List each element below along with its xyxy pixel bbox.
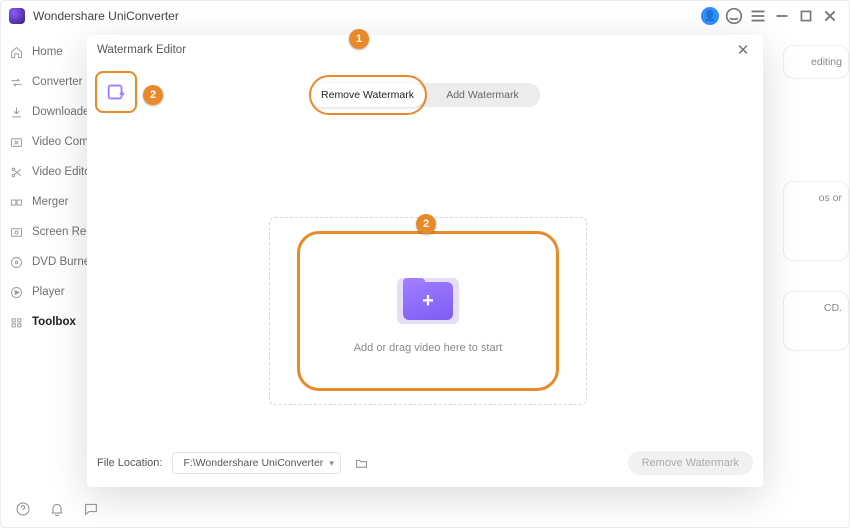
bg-card: editing	[783, 45, 849, 79]
dialog-title: Watermark Editor	[97, 44, 186, 56]
annotation-badge-1: 1	[349, 29, 369, 49]
sidebar-item-label: Video Editor	[32, 166, 89, 178]
feedback-icon[interactable]	[81, 499, 101, 519]
file-location-path: F:\Wondershare UniConverter	[183, 457, 323, 469]
dropzone-text: Add or drag video here to start	[354, 342, 503, 354]
dialog-header: Watermark Editor ✕	[87, 35, 763, 65]
account-avatar[interactable]: 👤	[699, 5, 721, 27]
merger-icon	[9, 195, 24, 210]
sidebar-item-toolbox[interactable]: Toolbox	[1, 307, 89, 337]
video-dropzone[interactable]: + Add or drag video here to start	[269, 217, 587, 405]
folder-add-icon: +	[393, 268, 463, 324]
chevron-down-icon: ▾	[329, 458, 334, 469]
sidebar-item-label: Converter	[32, 76, 83, 88]
app-window: Wondershare UniConverter 👤 Home C	[0, 0, 850, 528]
sidebar-item-label: Home	[32, 46, 63, 58]
menu-icon[interactable]	[747, 5, 769, 27]
notification-icon[interactable]	[47, 499, 67, 519]
sidebar-item-downloader[interactable]: Downloader	[1, 97, 89, 127]
statusbar	[1, 491, 849, 527]
support-icon[interactable]	[723, 5, 745, 27]
help-icon[interactable]	[13, 499, 33, 519]
tab-add-watermark[interactable]: Add Watermark	[425, 83, 540, 107]
annotation-badge-2b: 2	[416, 214, 436, 234]
disc-icon	[9, 255, 24, 270]
open-folder-button[interactable]	[351, 452, 373, 474]
dialog-footer: File Location: F:\Wondershare UniConvert…	[97, 449, 753, 477]
toolbox-icon	[9, 315, 24, 330]
sidebar-item-label: Downloader	[32, 106, 89, 118]
app-title: Wondershare UniConverter	[33, 9, 179, 23]
bg-card: os or	[783, 181, 849, 261]
add-file-button[interactable]	[95, 71, 137, 113]
sidebar-item-player[interactable]: Player	[1, 277, 89, 307]
remove-watermark-button[interactable]: Remove Watermark	[628, 451, 753, 475]
sidebar-item-merger[interactable]: Merger	[1, 187, 89, 217]
titlebar: Wondershare UniConverter 👤	[1, 1, 849, 31]
sidebar: Home Converter Downloader Video Compress…	[1, 31, 89, 527]
sidebar-item-converter[interactable]: Converter	[1, 67, 89, 97]
minimize-button[interactable]	[771, 5, 793, 27]
sidebar-item-label: Screen Recorder	[32, 226, 89, 238]
sidebar-item-label: Merger	[32, 196, 68, 208]
sidebar-item-label: Video Compressor	[32, 136, 89, 148]
dialog-close-button[interactable]: ✕	[733, 41, 753, 59]
file-location-label: File Location:	[97, 457, 162, 469]
sidebar-item-label: Toolbox	[32, 316, 76, 328]
sidebar-item-recorder[interactable]: Screen Recorder	[1, 217, 89, 247]
sidebar-item-compressor[interactable]: Video Compressor	[1, 127, 89, 157]
sidebar-item-label: DVD Burner	[32, 256, 89, 268]
sidebar-item-home[interactable]: Home	[1, 37, 89, 67]
play-icon	[9, 285, 24, 300]
app-logo	[9, 8, 25, 24]
sidebar-item-label: Player	[32, 286, 65, 298]
bg-card: CD.	[783, 291, 849, 351]
home-icon	[9, 45, 24, 60]
sidebar-item-editor[interactable]: Video Editor	[1, 157, 89, 187]
scissors-icon	[9, 165, 24, 180]
tab-remove-watermark[interactable]: Remove Watermark	[310, 83, 425, 107]
close-button[interactable]	[819, 5, 841, 27]
watermark-mode-tabs: Remove Watermark Add Watermark	[310, 83, 540, 107]
compressor-icon	[9, 135, 24, 150]
file-location-select[interactable]: F:\Wondershare UniConverter ▾	[172, 452, 340, 474]
sidebar-item-dvd[interactable]: DVD Burner	[1, 247, 89, 277]
recorder-icon	[9, 225, 24, 240]
watermark-editor-dialog: Watermark Editor ✕ 2 Remove Watermark Ad…	[87, 35, 763, 487]
download-icon	[9, 105, 24, 120]
maximize-button[interactable]	[795, 5, 817, 27]
annotation-badge-2: 2	[143, 85, 163, 105]
converter-icon	[9, 75, 24, 90]
